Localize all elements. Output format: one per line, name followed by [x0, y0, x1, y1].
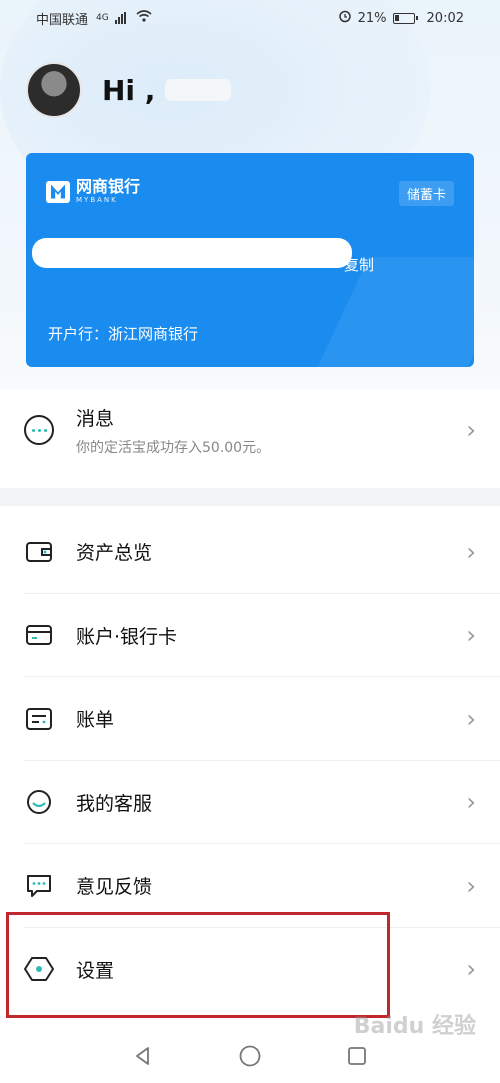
signal-icon	[114, 12, 126, 24]
wallet-icon	[24, 537, 54, 567]
mybank-logo-icon	[46, 180, 70, 203]
battery-icon	[392, 12, 418, 24]
chevron-right-icon: ›	[466, 788, 476, 817]
message-icon	[24, 415, 54, 445]
section-divider	[0, 488, 500, 506]
card-type-badge: 储蓄卡	[398, 181, 454, 206]
recent-apps-icon[interactable]	[343, 1042, 371, 1070]
menu-label-customer-service: 我的客服	[76, 792, 153, 815]
card-decoration	[299, 257, 474, 367]
menu-label-accounts: 账户·银行卡	[76, 625, 178, 648]
logo-cn-text: 网商银行	[76, 177, 141, 196]
card-number-redacted	[32, 238, 352, 268]
chevron-right-icon: ›	[466, 871, 476, 900]
copy-button[interactable]: 复制	[344, 254, 374, 275]
bank-logo: 网商银行 MYBANK	[46, 179, 140, 204]
card-icon	[24, 620, 54, 650]
bill-icon	[24, 704, 54, 734]
bank-card[interactable]: 网商银行 MYBANK 储蓄卡 复制 开户行：浙江网商银行	[26, 153, 474, 367]
message-row[interactable]: 消息 你的定活宝成功存入50.00元。 ›	[0, 390, 500, 470]
menu-label-bill: 账单	[76, 709, 115, 732]
settings-highlight-box	[6, 912, 390, 1018]
home-icon[interactable]	[236, 1042, 264, 1070]
message-title: 消息	[76, 407, 115, 430]
greeting-text: Hi ,	[102, 73, 156, 107]
alarm-icon	[338, 9, 352, 27]
opening-bank-label: 开户行：浙江网商银行	[48, 325, 199, 343]
network-label: 4G	[96, 13, 109, 23]
menu-item-customer-service[interactable]: 我的客服 ›	[0, 760, 500, 844]
avatar[interactable]	[26, 62, 82, 118]
chevron-right-icon: ›	[466, 621, 476, 650]
status-bar: 中国联通 4G 21% 20:02	[0, 0, 500, 36]
chevron-right-icon: ›	[466, 955, 476, 984]
menu-label-feedback: 意见反馈	[76, 876, 153, 899]
menu-item-accounts[interactable]: 账户·银行卡 ›	[0, 593, 500, 677]
logo-en-text: MYBANK	[76, 196, 118, 204]
menu-item-assets[interactable]: 资产总览 ›	[0, 510, 500, 594]
message-subtitle: 你的定活宝成功存入50.00元。	[76, 439, 271, 456]
feedback-icon	[24, 871, 54, 901]
wifi-icon	[136, 10, 152, 26]
username-redacted	[165, 79, 232, 101]
chevron-right-icon: ›	[466, 704, 476, 733]
back-icon[interactable]	[129, 1042, 157, 1070]
clock: 20:02	[426, 10, 464, 26]
customer-service-icon	[24, 787, 54, 817]
chevron-right-icon: ›	[466, 537, 476, 566]
menu-label-assets: 资产总览	[76, 542, 153, 565]
carrier-label: 中国联通	[36, 12, 89, 28]
chevron-right-icon: ›	[466, 416, 476, 444]
menu-item-bill[interactable]: 账单 ›	[0, 677, 500, 761]
baidu-watermark: Baidu 经验	[353, 1014, 476, 1039]
battery-percent: 21%	[357, 10, 387, 26]
greeting-header: Hi ,	[26, 62, 232, 118]
